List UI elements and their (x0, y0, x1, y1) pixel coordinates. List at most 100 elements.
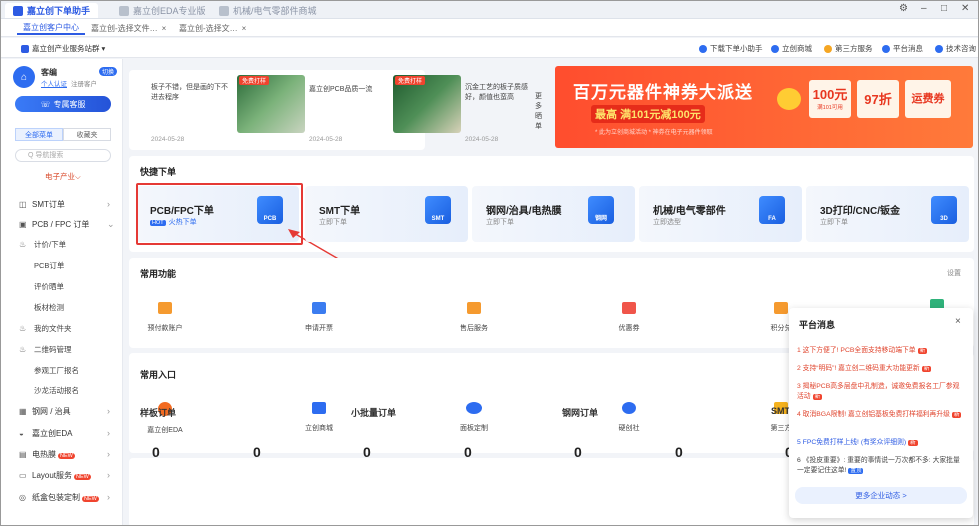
favorites-tab[interactable]: 收藏夹 (63, 128, 111, 141)
tab-select-file-1[interactable]: 嘉立创-选择文件… × (85, 22, 172, 35)
more-news-button[interactable]: 更多企业动态 > (795, 487, 967, 504)
message-item[interactable]: 3 揭秘PCB高多层盘中孔制造，诚邀免费报名工厂参观活动新 (797, 382, 965, 402)
fn-label: 售后服务 (460, 325, 488, 332)
review-text: 板子不错，但是画的下不进去程序 (151, 84, 228, 101)
order-count[interactable]: 0 (253, 444, 261, 460)
flame-icon: ♨ (19, 323, 27, 333)
fn-coupons[interactable]: 优惠券 (589, 302, 669, 333)
order-count[interactable]: 0 (363, 444, 371, 460)
fn-after-sales[interactable]: 售后服务 (434, 302, 514, 333)
user-name: 客编 (41, 68, 57, 77)
card-sub: 立即下单 (820, 219, 848, 226)
more-reviews-link[interactable]: 更多晒单 (535, 92, 547, 132)
message-item[interactable]: 4 取消BGA限制! 嘉立创铝基板免费打样福利再升级新 (797, 410, 965, 420)
third-party-icon (824, 44, 832, 53)
sidebar-item-stencil[interactable]: ▦ 钢网 / 治具 › (1, 402, 122, 420)
message-item[interactable]: 2 支持“明码”! 嘉立创二维码重大功能更新新 (797, 364, 965, 374)
close-icon[interactable]: ✕ (961, 3, 969, 14)
platform-message-link[interactable]: 平台消息 (882, 43, 923, 54)
message-item[interactable]: 1 这下方便了! PCB全面支持移动端下单新 (797, 346, 965, 356)
message-item[interactable]: 5 FPC免费打样上线! (有奖众评细则) 新 (797, 438, 965, 448)
sidebar-item-qr-manage[interactable]: ♨ 二维码管理 (1, 340, 122, 358)
section-electronics[interactable]: 电子产业⌵ (45, 171, 81, 182)
link-label: 平台消息 (893, 44, 923, 53)
msg-text: FPC免费打样上线! (有奖众评细则) (802, 439, 907, 446)
sidebar-item-layout[interactable]: ▭ Layout服务 NEW › (1, 466, 122, 484)
settings-icon[interactable]: ⚙ (899, 3, 908, 14)
sidebar-item-label: 计价/下单 (34, 239, 67, 249)
chevron-down-icon: ⌵ (75, 172, 81, 181)
3d-print-card[interactable]: 3D打印/CNC/钣金 立即下单 3D (806, 186, 969, 242)
smt-icon: ◫ (19, 199, 27, 209)
left-sidebar: ⌂ 客编 切换 个人认证 注册客户 ☏ 专属客服 全部菜单 收藏夹 Q 导航搜索 … (1, 59, 123, 525)
exclusive-service-button[interactable]: ☏ 专属客服 (15, 96, 111, 112)
entry-lcsc-mall[interactable]: 立创商城 (279, 402, 359, 433)
search-placeholder: Q 导航搜索 (28, 152, 64, 159)
minimize-icon[interactable]: – (921, 3, 927, 14)
message-item[interactable]: 6 《投皮重要》: 重要的事情说一万次都不多: 大家批量一定要记住这单! 置顶 (797, 456, 965, 476)
3d-icon: 3D (931, 196, 957, 224)
sidebar-item-quote-order[interactable]: ♨ 计价/下单 (1, 235, 122, 253)
sidebar-item-board-test[interactable]: 板材检测 (1, 298, 122, 316)
promo-banner[interactable]: 百万元器件神券大派送 最高 满101元减100元 * 此为立创商城活动 * 神券… (555, 66, 973, 148)
entries-title: 常用入口 (140, 370, 177, 380)
order-count[interactable]: 0 (464, 444, 472, 460)
sidebar-item-pcb[interactable]: ▣ PCB / FPC 订单 ⌄ (1, 215, 122, 233)
personal-auth-link[interactable]: 个人认证 (41, 78, 67, 88)
all-menu-tab[interactable]: 全部菜单 (15, 128, 63, 141)
sidebar-item-pcb-orders[interactable]: PCB订单 (1, 256, 122, 274)
settings-link[interactable]: 设置 (947, 268, 961, 278)
service-station-dropdown[interactable]: 嘉立创产业服务站群 ▾ (21, 43, 105, 54)
tab-label: 嘉立创-选择文… (179, 24, 238, 33)
sidebar-item-my-folder[interactable]: ♨ 我的文件夹 (1, 319, 122, 337)
stencil-order-card[interactable]: 钢网/治具/电热膜 立即下单 钢网 (472, 186, 635, 242)
chevron-down-icon: ⌄ (107, 218, 115, 229)
order-count[interactable]: 0 (574, 444, 582, 460)
sidebar-item-salon[interactable]: 沙龙活动报名 (1, 381, 122, 399)
order-count[interactable]: 0 (675, 444, 683, 460)
avatar[interactable]: ⌂ (13, 66, 35, 88)
smt-order-card[interactable]: SMT下单 立即下单 SMT (305, 186, 468, 242)
mechanical-parts-card[interactable]: 机械/电气零部件 立即选型 FA (639, 186, 802, 242)
popup-title: 平台消息 (799, 320, 836, 330)
chevron-right-icon: › (107, 449, 110, 459)
fn-invoice[interactable]: 申请开票 (279, 302, 359, 333)
app-tab-order-assistant[interactable]: 嘉立创下单助手 (5, 3, 99, 18)
switch-button[interactable]: 切换 (99, 67, 118, 76)
sidebar-item-eda[interactable]: ◒ 嘉立创EDA › (1, 424, 122, 442)
section-label: 电子产业 (45, 172, 75, 181)
entry-oshwhub[interactable]: 硬创社 (589, 402, 669, 433)
sidebar-item-label: PCB订单 (34, 260, 65, 270)
card-title: 钢网/治具/电热膜 (486, 206, 562, 217)
download-assistant-link[interactable]: 下载下单小助手 (699, 43, 763, 54)
nav-search-input[interactable]: Q 导航搜索 (15, 149, 111, 162)
app-window: 嘉立创下单助手 嘉立创EDA专业版 机械/电气零部件商城 ⚙ – □ ✕ 嘉立创… (0, 0, 979, 526)
icon-label: FA (768, 216, 776, 222)
sidebar-item-factory-visit[interactable]: 参观工厂报名 (1, 361, 122, 379)
close-icon[interactable]: × (955, 316, 961, 327)
msg-num: 4 (797, 411, 801, 418)
third-party-link[interactable]: 第三方服务 (824, 43, 873, 54)
tech-consult-link[interactable]: 技术咨询 (935, 43, 976, 54)
sidebar-item-heat-film[interactable]: ▤ 电热膜 NEW › (1, 445, 122, 463)
entry-panel-custom[interactable]: 面板定制 (434, 402, 514, 433)
app-tab-eda[interactable]: 嘉立创EDA专业版 (111, 3, 214, 18)
coupon-shipping: 运费券 (905, 80, 951, 118)
tab-close-icon[interactable]: × (242, 24, 247, 33)
sidebar-item-smt[interactable]: ◫ SMT订单 › (1, 195, 122, 213)
coupon-value: 100元 (812, 87, 848, 102)
order-count[interactable]: 0 (152, 444, 160, 460)
sidebar-item-reviews[interactable]: 评价晒单 (1, 277, 122, 295)
fn-prepaid-account[interactable]: 预付款账户 (125, 302, 205, 333)
eda-logo-icon (119, 5, 129, 16)
tab-close-icon[interactable]: × (162, 24, 167, 33)
tab-customer-center[interactable]: 嘉立创客户中心 (17, 22, 85, 35)
sidebar-item-box[interactable]: ◎ 纸盒包装定制 NEW › (1, 488, 122, 506)
mall-icon (771, 44, 779, 53)
app-tab-mall[interactable]: 机械/电气零部件商城 (211, 3, 325, 18)
maximize-icon[interactable]: □ (941, 3, 947, 14)
lcsc-mall-link[interactable]: 立创商城 (771, 43, 812, 54)
tab-select-file-2[interactable]: 嘉立创-选择文… × (173, 22, 252, 35)
review-text: 嘉立创PCB品质一流 (309, 86, 373, 93)
sidebar-item-label: 沙龙活动报名 (34, 385, 79, 395)
